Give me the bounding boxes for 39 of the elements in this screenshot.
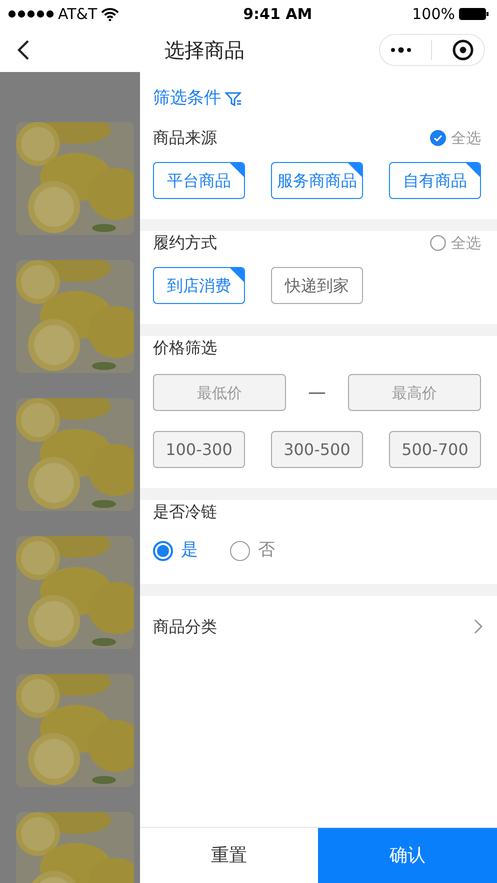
capsule-menu[interactable] [379,34,485,66]
corner-mark [230,163,244,177]
select-all-toggle[interactable]: 全选 [430,232,481,254]
confirm-button[interactable]: 确认 [318,828,497,883]
filter-chip[interactable]: 自有商品 [389,162,481,199]
filter-chip[interactable]: 服务商商品 [271,162,363,199]
filter-chip[interactable]: 平台商品 [153,162,245,199]
radio-option[interactable]: 否 [230,538,275,564]
chevron-right-icon [474,619,483,634]
close-target-icon[interactable] [452,39,474,61]
corner-mark [230,268,244,282]
back-icon[interactable] [16,39,30,61]
section-title: 价格筛选 [153,337,217,359]
max-price-field[interactable]: 最高价 [348,374,481,411]
range-separator: — [308,381,326,405]
filter-icon [225,92,242,106]
filter-chip[interactable]: 300-500 [271,431,363,468]
filter-chip[interactable]: 100-300 [153,431,245,468]
min-price-field[interactable]: 最低价 [153,374,286,411]
section-title: 商品分类 [153,616,217,638]
section-title: 商品来源 [153,127,217,149]
section-title: 履约方式 [153,232,217,254]
clock-time: 9:41 AM [242,4,312,25]
more-icon[interactable] [390,47,412,53]
signal-icon [8,10,54,18]
battery-icon [459,8,489,20]
carrier-name: AT&T [58,4,98,25]
category-row[interactable]: 商品分类 [140,596,497,658]
filter-chip[interactable]: 500-700 [389,431,481,468]
battery-percent: 100% [412,4,455,25]
page-title: 选择商品 [164,37,244,64]
filter-title: 筛选条件 [153,87,221,110]
filter-chip[interactable]: 快递到家 [271,267,363,304]
select-all-toggle[interactable]: 全选 [430,126,481,150]
filter-chip[interactable]: 到店消费 [153,267,245,304]
wifi-icon [101,8,120,20]
radio-option[interactable]: 是 [153,538,198,564]
corner-mark [466,163,480,177]
section-title: 是否冷链 [153,501,217,523]
